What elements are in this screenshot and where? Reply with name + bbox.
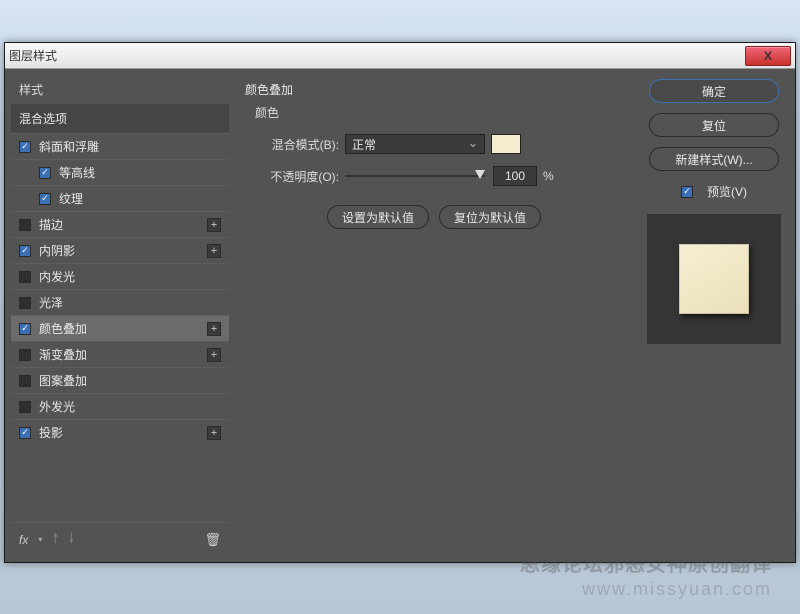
style-item-11[interactable]: 投影 + [11, 419, 229, 445]
preview-checkbox[interactable] [681, 186, 693, 198]
style-item-9[interactable]: 图案叠加 [11, 367, 229, 393]
trash-icon[interactable]: 🗑 [204, 532, 221, 548]
opacity-input[interactable]: 100 [493, 166, 537, 186]
cancel-button[interactable]: 复位 [649, 113, 779, 137]
style-item-8[interactable]: 渐变叠加 + [11, 341, 229, 367]
opacity-slider[interactable] [345, 169, 485, 183]
style-item-5[interactable]: 内发光 [11, 263, 229, 289]
style-item-3[interactable]: 描边 + [11, 211, 229, 237]
style-checkbox[interactable] [19, 141, 31, 153]
style-checkbox[interactable] [19, 427, 31, 439]
titlebar[interactable]: 图层样式 X [5, 43, 795, 69]
style-label: 颜色叠加 [39, 320, 87, 337]
style-label: 外发光 [39, 398, 75, 415]
blend-mode-label: 混合模式(B): [239, 136, 339, 153]
style-label: 渐变叠加 [39, 346, 87, 363]
style-label: 纹理 [59, 190, 83, 207]
close-button[interactable]: X [745, 46, 791, 66]
dialog-buttons: 确定 复位 新建样式(W)... 预览(V) [639, 75, 789, 556]
style-label: 描边 [39, 216, 63, 233]
style-checkbox[interactable] [39, 193, 51, 205]
new-style-button[interactable]: 新建样式(W)... [649, 147, 779, 171]
style-label: 斜面和浮雕 [39, 138, 99, 155]
preview-box [647, 214, 781, 344]
plus-icon[interactable]: + [207, 426, 221, 440]
style-checkbox[interactable] [19, 401, 31, 413]
style-checkbox[interactable] [19, 219, 31, 231]
percent-label: % [543, 169, 554, 183]
style-label: 内阴影 [39, 242, 75, 259]
style-checkbox[interactable] [19, 323, 31, 335]
preview-label: 预览(V) [707, 183, 747, 200]
style-item-10[interactable]: 外发光 [11, 393, 229, 419]
blend-mode-select[interactable]: 正常 [345, 134, 485, 154]
style-item-0[interactable]: 斜面和浮雕 [11, 133, 229, 159]
close-icon: X [764, 49, 772, 63]
preview-swatch [679, 244, 749, 314]
style-item-4[interactable]: 内阴影 + [11, 237, 229, 263]
window-title: 图层样式 [9, 47, 57, 64]
arrow-up-icon[interactable]: 🠕 [52, 528, 58, 552]
style-item-2[interactable]: 纹理 [11, 185, 229, 211]
layer-style-dialog: 图层样式 X 样式 混合选项 斜面和浮雕等高线纹理描边+内阴影+内发光光泽颜色叠… [4, 42, 796, 563]
style-checkbox[interactable] [19, 271, 31, 283]
chevron-down-icon[interactable]: ▾ [38, 535, 42, 544]
reset-default-button[interactable]: 复位为默认值 [439, 205, 541, 229]
slider-thumb-icon[interactable] [475, 170, 485, 179]
plus-icon[interactable]: + [207, 244, 221, 258]
plus-icon[interactable]: + [207, 218, 221, 232]
style-label: 图案叠加 [39, 372, 87, 389]
styles-footer: fx ▾ 🠕 🠗 🗑 [11, 522, 229, 556]
fx-label[interactable]: fx [19, 533, 28, 547]
style-label: 内发光 [39, 268, 75, 285]
style-checkbox[interactable] [19, 349, 31, 361]
style-checkbox[interactable] [19, 245, 31, 257]
watermark: 思缘论坛邪恶女神原创翻译 www.missyuan.com [520, 548, 772, 600]
make-default-button[interactable]: 设置为默认值 [327, 205, 429, 229]
style-checkbox[interactable] [19, 297, 31, 309]
style-checkbox[interactable] [39, 167, 51, 179]
blend-options[interactable]: 混合选项 [11, 104, 229, 133]
opacity-label: 不透明度(O): [239, 168, 339, 185]
panel-title: 颜色叠加 [239, 77, 629, 102]
style-item-1[interactable]: 等高线 [11, 159, 229, 185]
ok-button[interactable]: 确定 [649, 79, 779, 103]
style-label: 投影 [39, 424, 63, 441]
plus-icon[interactable]: + [207, 322, 221, 336]
settings-panel: 颜色叠加 颜色 混合模式(B): 正常 不透明度(O): 100 % 设置为默认… [229, 75, 639, 556]
panel-subtitle: 颜色 [239, 102, 629, 131]
styles-header: 样式 [11, 75, 229, 104]
style-item-6[interactable]: 光泽 [11, 289, 229, 315]
style-checkbox[interactable] [19, 375, 31, 387]
styles-list: 样式 混合选项 斜面和浮雕等高线纹理描边 + 内阴影 + 内发光光泽颜色叠加 + 渐变叠加 +… [11, 75, 229, 556]
arrow-down-icon[interactable]: 🠗 [68, 528, 74, 552]
plus-icon[interactable]: + [207, 348, 221, 362]
style-item-7[interactable]: 颜色叠加 + [11, 315, 229, 341]
style-label: 光泽 [39, 294, 63, 311]
style-label: 等高线 [59, 164, 95, 181]
color-swatch[interactable] [491, 134, 521, 154]
